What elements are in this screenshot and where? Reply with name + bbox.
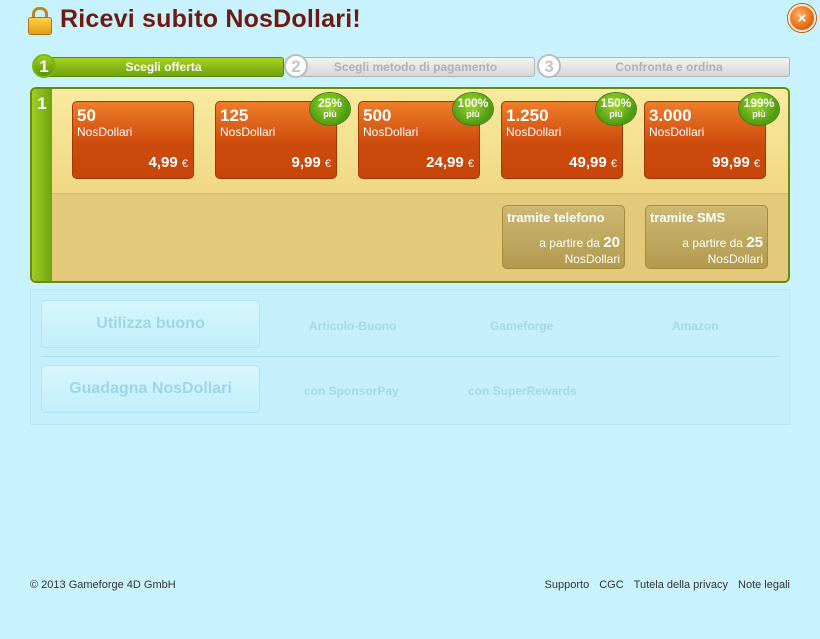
sms-unit: NosDollari [707,252,763,266]
step-1-bar[interactable]: Scegli offerta [43,57,284,77]
bonus-badge: 25% più [310,93,350,125]
sms-payment-button[interactable]: tramite SMS a partire da 25 NosDollari [645,205,768,269]
page-title: Ricevi subito NosDollari! [60,4,361,33]
step-3-label: Confronta e ordina [615,60,723,74]
bonus-badge: 100% più [453,93,493,125]
package-amount: 3.000 [649,106,692,125]
package-1250[interactable]: 1.250 NosDollari 49,99 € 150% più [501,93,636,179]
package-list: 50 NosDollari 4,99 € 125 NosDollari 9,99… [52,89,788,193]
step-2-number: 2 [284,54,308,78]
panel-step-number: 1 [37,94,47,113]
package-unit: NosDollari [77,125,133,139]
package-price: 4,99 € [148,154,189,171]
lock-icon [28,5,52,35]
step-3-number: 3 [537,54,561,78]
package-125[interactable]: 125 NosDollari 9,99 € 25% più [215,93,350,179]
earn-link-superrewards[interactable]: con SuperRewards [468,384,577,398]
footer-links: Supporto CGC Tutela della privacy Note l… [545,579,790,591]
step-1-label: Scegli offerta [125,60,202,74]
package-unit: NosDollari [506,125,562,139]
phone-unit: NosDollari [564,252,620,266]
voucher-link-articolo[interactable]: Articolo-Buono [309,319,396,333]
footer-link-privacy[interactable]: Tutela della privacy [634,579,728,591]
close-icon: × [797,9,807,27]
bonus-badge: 199% più [739,93,779,125]
package-price: 49,99 € [569,154,617,171]
step-progress: Scegli offerta Scegli metodo di pagament… [30,54,790,80]
divider [41,356,779,357]
phone-title: tramite telefono [507,210,605,225]
step-1-number: 1 [32,54,56,78]
use-voucher-button[interactable]: Utilizza buono [41,300,260,348]
earn-nosdollari-button[interactable]: Guadagna NosDollari [41,365,260,413]
voucher-link-amazon[interactable]: Amazon [672,319,719,333]
package-price: 99,99 € [712,154,760,171]
sms-from: a partire da 25 [682,234,763,251]
package-unit: NosDollari [363,125,419,139]
panel-step-indicator: 1 [32,89,52,281]
copyright: © 2013 Gameforge 4D GmbH [30,579,176,591]
close-button[interactable]: × [788,4,816,32]
footer-link-legal[interactable]: Note legali [738,579,790,591]
step-3-bar: Confronta e ordina [548,57,790,77]
package-50[interactable]: 50 NosDollari 4,99 € [72,101,194,179]
package-price: 9,99 € [291,154,332,171]
step-2-bar: Scegli metodo di pagamento [296,57,535,77]
footer-link-support[interactable]: Supporto [545,579,590,591]
voucher-earn-panel: Utilizza buono Articolo-Buono Gameforge … [30,289,790,425]
sms-title: tramite SMS [650,210,726,225]
step-2-label: Scegli metodo di pagamento [333,60,498,74]
package-unit: NosDollari [220,125,276,139]
offer-panel: 1 50 NosDollari 4,99 € 125 NosDollari 9,… [30,87,790,283]
header: Ricevi subito NosDollari! [28,2,361,36]
earn-link-sponsorpay[interactable]: con SponsorPay [304,384,399,398]
package-amount: 125 [220,106,249,125]
phone-payment-button[interactable]: tramite telefono a partire da 20 NosDoll… [502,205,625,269]
package-500[interactable]: 500 NosDollari 24,99 € 100% più [358,93,493,179]
footer-link-cgc[interactable]: CGC [599,579,623,591]
package-unit: NosDollari [649,125,705,139]
bonus-badge: 150% più [596,93,636,125]
package-amount: 500 [363,106,392,125]
package-price: 24,99 € [426,154,474,171]
package-amount: 50 [77,106,96,125]
voucher-link-gameforge[interactable]: Gameforge [490,319,553,333]
phone-from: a partire da 20 [539,234,620,251]
package-amount: 1.250 [506,106,549,125]
package-3000[interactable]: 3.000 NosDollari 99,99 € 199% più [644,93,779,179]
